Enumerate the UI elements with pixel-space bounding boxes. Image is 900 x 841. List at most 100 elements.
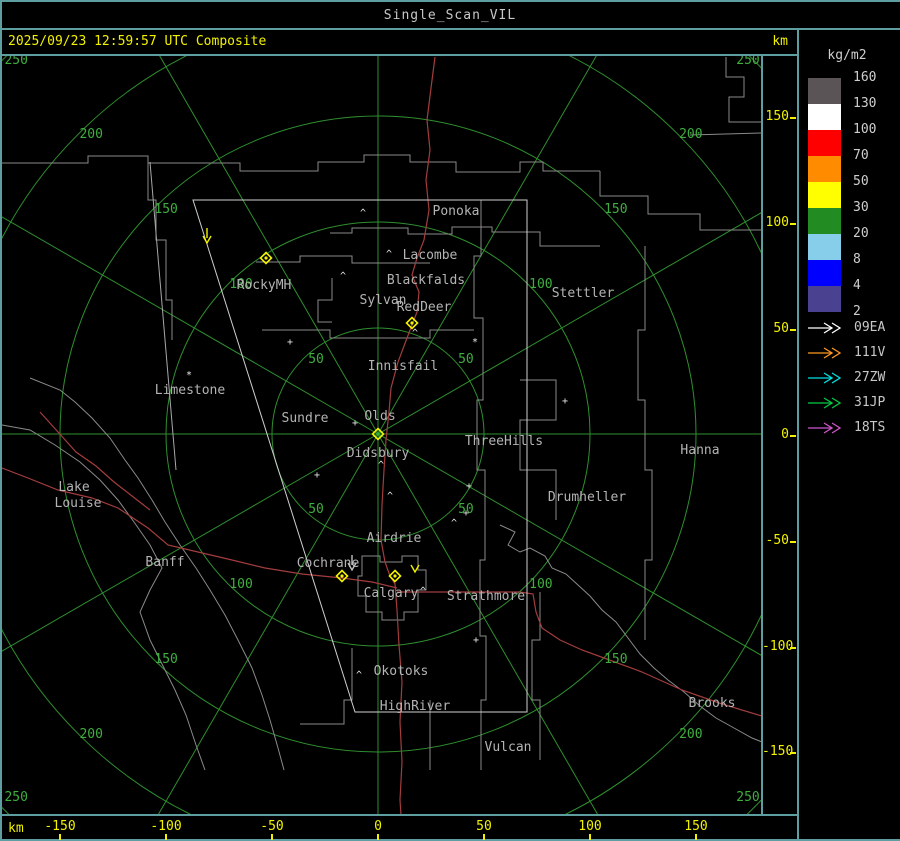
radial-line (377, 56, 597, 435)
point-marker: ^ (386, 249, 392, 260)
ring-label: 150 (604, 202, 627, 217)
ring-label: 200 (79, 127, 102, 142)
colorbar-value: 2 (853, 304, 861, 319)
city-label: Cochrane (297, 556, 360, 571)
colorbar-value: 8 (853, 252, 861, 267)
y-axis-tick (790, 752, 796, 754)
city-label: Airdrie (367, 531, 422, 546)
x-axis-tick-label: -100 (150, 819, 182, 834)
colorbar-value: 30 (853, 200, 869, 215)
city-label: Innisfail (368, 359, 438, 374)
ring-label: 150 (154, 202, 177, 217)
colorbar-swatch (808, 78, 841, 104)
point-marker: + (562, 396, 568, 407)
y-axis-tick (790, 435, 796, 437)
city-label: Ponoka (433, 204, 480, 219)
ring-label: 100 (229, 577, 252, 592)
city-label: Banff (145, 555, 184, 570)
y-axis-tick-label: 100 (765, 215, 789, 230)
colorbar-value: 50 (853, 174, 869, 189)
city-label: Stettler (552, 286, 615, 301)
title-bar: Single_Scan_VIL (0, 2, 900, 28)
colorbar-value: 20 (853, 226, 869, 241)
radial-line (2, 433, 379, 652)
colorbar-value: 4 (853, 278, 861, 293)
colorbar-swatch (808, 130, 841, 156)
x-axis-tick-label: 0 (374, 819, 382, 834)
timestamp-bar: 2025/09/23 12:59:57 UTC Composite (0, 30, 797, 54)
point-marker: * (186, 370, 192, 381)
ring-label: 50 (458, 352, 474, 367)
city-label: Hanna (680, 443, 719, 458)
y-axis-tick-label: -50 (765, 533, 789, 548)
x-axis-tick (483, 834, 485, 840)
ring-label: 250 (736, 790, 759, 805)
point-marker: + (463, 508, 469, 519)
y-axis-tick (790, 117, 796, 119)
storm-cell-marker (405, 316, 419, 330)
x-axis-tick (695, 834, 697, 840)
y-axis-unit: km (772, 34, 788, 49)
city-label: Didsbury (347, 446, 410, 461)
point-marker: ^ (360, 208, 366, 219)
point-marker: + (314, 470, 320, 481)
y-axis-tick (790, 647, 796, 649)
city-label: Brooks (689, 696, 736, 711)
colorbar-value: 100 (853, 122, 877, 137)
colorbar-swatch (808, 208, 841, 234)
city-label: Blackfalds (387, 273, 465, 288)
motion-arrow (410, 564, 420, 574)
colorbar-swatch (808, 156, 841, 182)
city-label: Lacombe (403, 248, 458, 263)
point-marker: + (287, 337, 293, 348)
colorbar-swatch (808, 234, 841, 260)
ring-labels: 50 5050 50100 100100 100150 150150 150200 20020… (4, 56, 759, 805)
ring-label: 200 (79, 727, 102, 742)
city-label: HighRiver (380, 699, 451, 714)
x-axis-tick (59, 834, 61, 840)
x-axis-tick-label: 50 (476, 819, 492, 834)
ring-label: 100 (529, 577, 552, 592)
colorbar-swatch (808, 182, 841, 208)
point-marker: ^ (420, 586, 426, 597)
x-axis-tick-label: 150 (684, 819, 708, 834)
city-label: Strathmore (447, 589, 525, 604)
x-axis-tick-label: -50 (260, 819, 284, 834)
ring-label: 50 (308, 502, 324, 517)
ring-label: 150 (154, 652, 177, 667)
x-axis-tick (165, 834, 167, 840)
y-axis-tick-label: 0 (781, 427, 789, 442)
y-axis-tick-label: -150 (762, 744, 794, 759)
point-marker: ^ (356, 670, 362, 681)
x-axis-tick (589, 834, 591, 840)
ring-label: 250 (4, 56, 27, 68)
track-id-label: 27ZW (854, 370, 886, 385)
radial-line (377, 433, 761, 656)
point-marker: ^ (378, 460, 384, 471)
track-arrow-icon (808, 347, 842, 359)
y-axis-tick-label: -100 (762, 639, 794, 654)
city-label: Drumheller (548, 490, 626, 505)
city-label: Sundre (282, 411, 329, 426)
colorbar-value: 130 (853, 96, 877, 111)
app-window: Single_Scan_VIL 2025/09/23 12:59:57 UTC … (0, 0, 900, 841)
storm-cell-marker (335, 569, 349, 583)
ring-label: 250 (4, 790, 27, 805)
point-marker: ^ (412, 328, 418, 339)
ring-label: 250 (736, 56, 759, 68)
timestamp: 2025/09/23 12:59:57 UTC Composite (8, 34, 267, 49)
ring-label: 100 (529, 277, 552, 292)
x-axis-tick-label: 100 (578, 819, 602, 834)
y-axis-tick-label: 50 (773, 321, 789, 336)
city-label: Louise (55, 496, 102, 511)
radar-map[interactable]: 50 5050 50100 100100 100150 150150 150200 20020… (2, 56, 761, 814)
city-label: RedDeer (397, 300, 452, 315)
colorbar-swatch (808, 286, 841, 312)
track-id-label: 18TS (854, 420, 886, 435)
point-marker: + (352, 418, 358, 429)
y-axis-tick (790, 541, 796, 543)
track-arrow-icon (808, 372, 842, 384)
y-axis-tick (790, 329, 796, 331)
city-label: Olds (364, 409, 395, 424)
x-axis-tick (377, 834, 379, 840)
